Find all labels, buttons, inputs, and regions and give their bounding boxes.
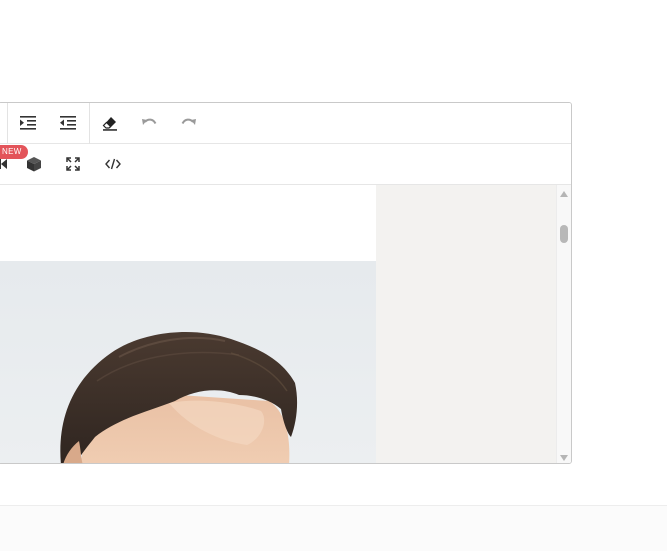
toolbar-separator <box>89 103 90 144</box>
portrait-image[interactable] <box>0 261 376 463</box>
scroll-up-icon[interactable] <box>559 189 569 199</box>
toolbar-separator <box>7 103 8 144</box>
remove-format-button[interactable] <box>96 109 124 137</box>
3d-model-button[interactable] <box>20 150 48 178</box>
code-icon <box>105 158 121 170</box>
outdent-icon <box>60 116 76 130</box>
rich-text-editor: NEW <box>0 102 572 464</box>
indent-button[interactable] <box>14 109 42 137</box>
outdent-button[interactable] <box>54 109 82 137</box>
undo-icon <box>142 118 157 125</box>
video-icon <box>0 159 7 169</box>
indent-icon <box>20 116 36 130</box>
cube-icon <box>27 157 41 172</box>
fullscreen-button[interactable] <box>59 150 87 178</box>
page-footer-strip <box>0 505 667 551</box>
eraser-icon <box>102 116 117 131</box>
editor-content-area[interactable] <box>0 185 556 463</box>
source-code-button[interactable] <box>99 150 127 178</box>
toolbar-row-primary <box>0 103 571 144</box>
expand-icon <box>66 157 80 171</box>
redo-icon <box>181 118 196 125</box>
scrollbar-thumb[interactable] <box>560 225 568 243</box>
document-page[interactable] <box>0 185 376 463</box>
vertical-scrollbar[interactable] <box>556 185 571 463</box>
redo-button[interactable] <box>175 109 203 137</box>
portrait-photo <box>60 331 298 463</box>
toolbar-row-secondary: NEW <box>0 144 571 185</box>
undo-button[interactable] <box>135 109 163 137</box>
scroll-down-icon[interactable] <box>559 453 569 463</box>
